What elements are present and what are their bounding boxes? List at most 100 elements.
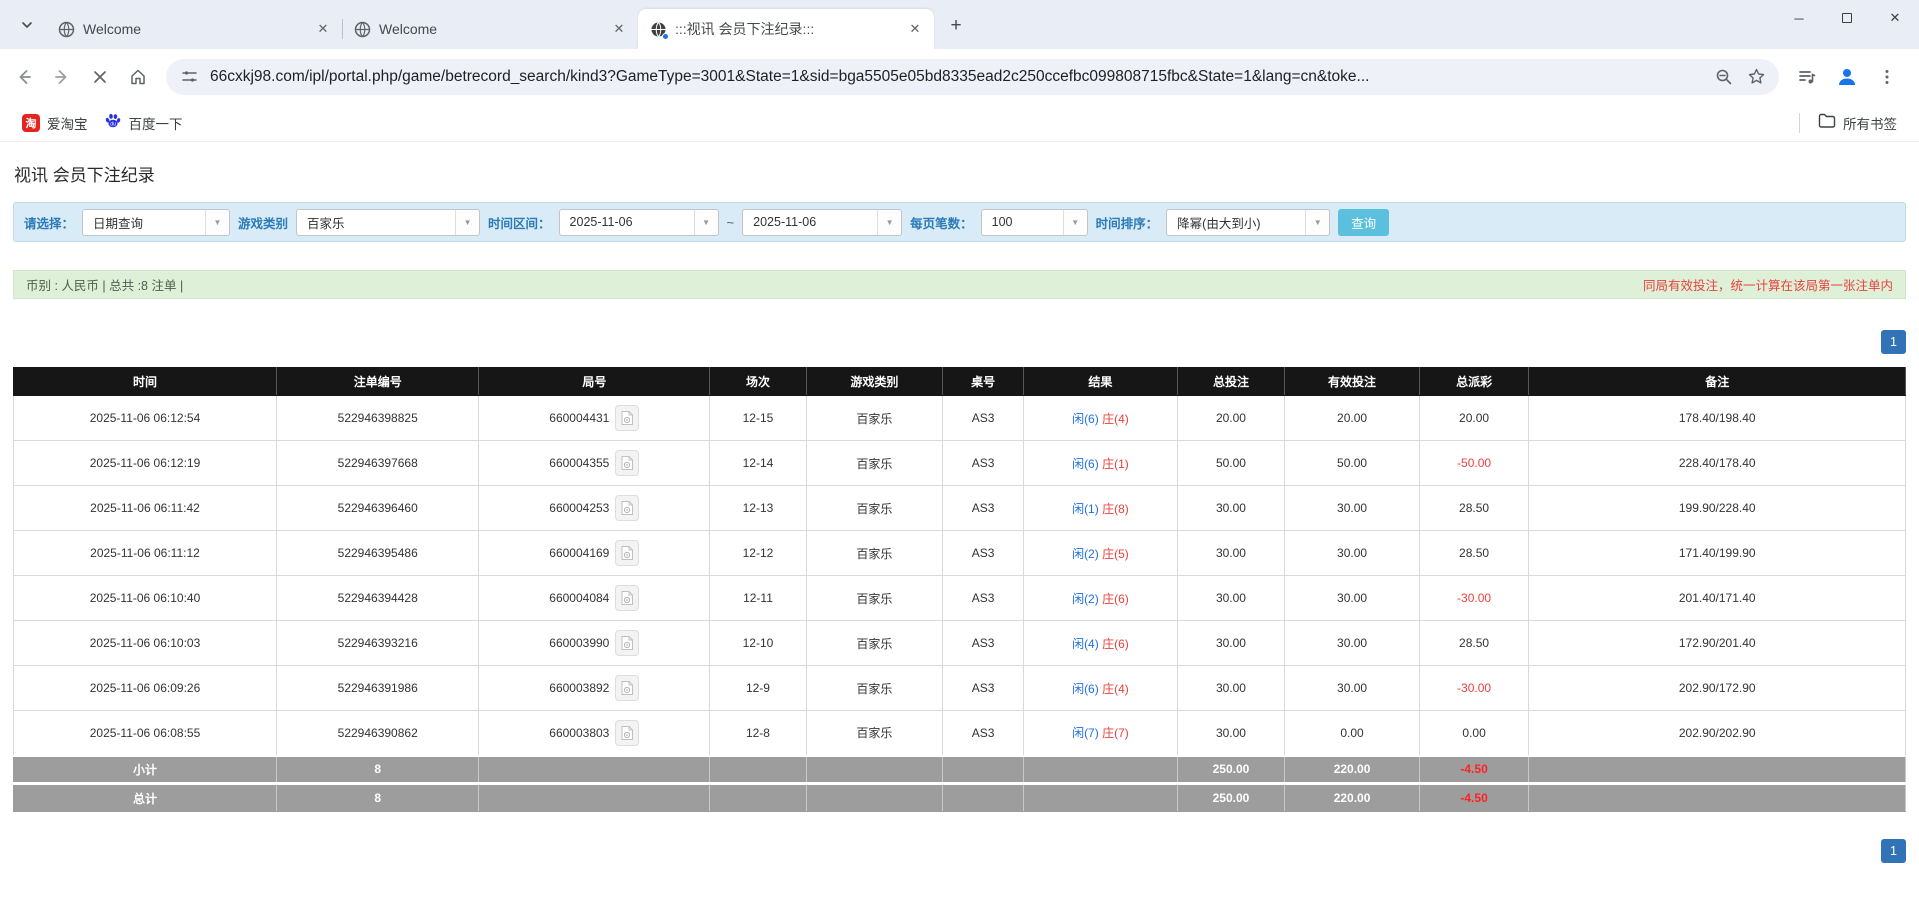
table-body: 2025-11-06 06:12:54 522946398825 6600044… bbox=[14, 396, 1906, 756]
date-to-dropdown[interactable]: 2025-11-06 ▼ bbox=[742, 209, 902, 236]
cell-session: 12-13 bbox=[710, 486, 806, 531]
page-1-button[interactable]: 1 bbox=[1881, 839, 1906, 863]
close-window-button[interactable]: ✕ bbox=[1871, 0, 1919, 36]
minimize-button[interactable]: ─ bbox=[1775, 0, 1823, 36]
home-icon bbox=[128, 67, 148, 87]
bookmark-star-icon[interactable] bbox=[1745, 66, 1767, 88]
cell-table-no: AS3 bbox=[942, 441, 1023, 486]
site-settings-icon[interactable] bbox=[178, 66, 200, 88]
total-label: 总计 bbox=[14, 784, 277, 812]
cell-note: 202.90/202.90 bbox=[1529, 711, 1906, 756]
globe-icon bbox=[58, 21, 75, 38]
cell-note: 202.90/172.90 bbox=[1529, 666, 1906, 711]
browser-menu-button[interactable] bbox=[1869, 59, 1905, 95]
url-bar[interactable]: 66cxkj98.com/ipl/portal.php/game/betreco… bbox=[166, 59, 1779, 95]
game-type-dropdown[interactable]: 百家乐 ▼ bbox=[296, 209, 480, 236]
game-video-icon[interactable] bbox=[615, 720, 639, 746]
tab-close-icon[interactable]: ✕ bbox=[314, 20, 332, 38]
zoom-level-icon[interactable] bbox=[1713, 66, 1735, 88]
tab-close-icon[interactable]: ✕ bbox=[906, 20, 924, 38]
cell-time: 2025-11-06 06:10:03 bbox=[14, 621, 277, 666]
result-player: 闲(6) bbox=[1072, 682, 1102, 696]
cell-total-bet[interactable]: 20.00 bbox=[1177, 396, 1285, 441]
game-video-icon[interactable] bbox=[615, 495, 639, 521]
new-tab-button[interactable]: + bbox=[942, 12, 970, 40]
profile-button[interactable] bbox=[1829, 59, 1865, 95]
bookmarks-divider bbox=[1799, 113, 1800, 133]
cell-total-bet[interactable]: 30.00 bbox=[1177, 711, 1285, 756]
page-content: 视讯 会员下注纪录 请选择： 日期查询 ▼ 游戏类别 百家乐 ▼ 时间区间： 2… bbox=[0, 161, 1919, 863]
table-row: 2025-11-06 06:12:19 522946397668 6600043… bbox=[14, 441, 1906, 486]
column-header: 注单编号 bbox=[276, 368, 478, 396]
cell-time: 2025-11-06 06:11:42 bbox=[14, 486, 277, 531]
cell-total-bet[interactable]: 30.00 bbox=[1177, 486, 1285, 531]
game-video-icon[interactable] bbox=[615, 585, 639, 611]
all-bookmarks-button[interactable]: 所有书签 bbox=[1810, 109, 1905, 137]
result-banker: 庄(4) bbox=[1102, 412, 1129, 426]
game-video-icon[interactable] bbox=[615, 405, 639, 431]
cell-time: 2025-11-06 06:12:54 bbox=[14, 396, 277, 441]
taobao-icon: 淘 bbox=[22, 114, 40, 132]
game-video-icon[interactable] bbox=[615, 450, 639, 476]
baidu-paw-icon: du bbox=[104, 112, 122, 133]
column-header: 有效投注 bbox=[1285, 368, 1419, 396]
column-header: 时间 bbox=[14, 368, 277, 396]
date-range-tilde: ~ bbox=[727, 215, 735, 230]
cell-round-id: 660004169 bbox=[549, 546, 609, 560]
cell-total-bet[interactable]: 30.00 bbox=[1177, 576, 1285, 621]
tab-bet-records-active[interactable]: :::视讯 会员下注纪录::: ✕ bbox=[638, 9, 934, 49]
tab-close-icon[interactable]: ✕ bbox=[610, 20, 628, 38]
media-controls-button[interactable] bbox=[1789, 59, 1825, 95]
game-type-label: 游戏类别 bbox=[238, 213, 288, 232]
game-video-icon[interactable] bbox=[615, 675, 639, 701]
folder-icon bbox=[1818, 113, 1836, 132]
stop-x-icon bbox=[92, 69, 108, 85]
url-text[interactable]: 66cxkj98.com/ipl/portal.php/game/betreco… bbox=[210, 68, 1703, 86]
date-from-dropdown[interactable]: 2025-11-06 ▼ bbox=[559, 209, 719, 236]
cell-valid-bet: 30.00 bbox=[1285, 486, 1419, 531]
total-valid-bet: 220.00 bbox=[1285, 784, 1419, 812]
result-player: 闲(6) bbox=[1072, 412, 1102, 426]
cell-table-no: AS3 bbox=[942, 576, 1023, 621]
query-type-dropdown[interactable]: 日期查询 ▼ bbox=[82, 209, 230, 236]
tab-title: Welcome bbox=[83, 21, 306, 37]
bookmarks-bar: 淘 爱淘宝 du 百度一下 所有书签 bbox=[0, 104, 1919, 142]
column-header: 局号 bbox=[479, 368, 710, 396]
tab-welcome-2[interactable]: Welcome ✕ bbox=[342, 9, 638, 49]
cell-payout: 28.50 bbox=[1419, 486, 1529, 531]
search-button[interactable]: 查询 bbox=[1338, 209, 1389, 236]
sort-dropdown[interactable]: 降幂(由大到小) ▼ bbox=[1166, 209, 1330, 236]
cell-payout: 28.50 bbox=[1419, 621, 1529, 666]
cell-valid-bet: 30.00 bbox=[1285, 531, 1419, 576]
game-video-icon[interactable] bbox=[615, 630, 639, 656]
cell-total-bet[interactable]: 30.00 bbox=[1177, 666, 1285, 711]
bookmark-baidu[interactable]: du 百度一下 bbox=[96, 108, 191, 137]
tab-search-button[interactable] bbox=[12, 10, 42, 40]
cell-valid-bet: 20.00 bbox=[1285, 396, 1419, 441]
result-player: 闲(2) bbox=[1072, 547, 1102, 561]
cell-total-bet[interactable]: 30.00 bbox=[1177, 531, 1285, 576]
bookmark-taobao[interactable]: 淘 爱淘宝 bbox=[14, 109, 96, 137]
stop-loading-button[interactable] bbox=[82, 59, 118, 95]
chevron-down-icon: ▼ bbox=[694, 210, 718, 235]
game-video-icon[interactable] bbox=[615, 540, 639, 566]
cell-round-id: 660003803 bbox=[549, 726, 609, 740]
chevron-down-icon bbox=[21, 19, 33, 31]
forward-button[interactable] bbox=[44, 59, 80, 95]
cell-total-bet[interactable]: 50.00 bbox=[1177, 441, 1285, 486]
table-row: 2025-11-06 06:10:03 522946393216 6600039… bbox=[14, 621, 1906, 666]
page-1-button[interactable]: 1 bbox=[1881, 330, 1906, 354]
globe-icon bbox=[354, 21, 371, 38]
maximize-button[interactable] bbox=[1823, 0, 1871, 36]
result-banker: 庄(7) bbox=[1102, 726, 1129, 740]
home-button[interactable] bbox=[120, 59, 156, 95]
tab-title: :::视讯 会员下注纪录::: bbox=[675, 19, 898, 39]
cell-bet-id: 522946398825 bbox=[276, 396, 478, 441]
cell-payout: 28.50 bbox=[1419, 531, 1529, 576]
back-button[interactable] bbox=[6, 59, 42, 95]
page-size-dropdown[interactable]: 100 ▼ bbox=[981, 209, 1088, 236]
cell-total-bet[interactable]: 30.00 bbox=[1177, 621, 1285, 666]
cell-table-no: AS3 bbox=[942, 666, 1023, 711]
cell-valid-bet: 30.00 bbox=[1285, 576, 1419, 621]
tab-welcome-1[interactable]: Welcome ✕ bbox=[46, 9, 342, 49]
